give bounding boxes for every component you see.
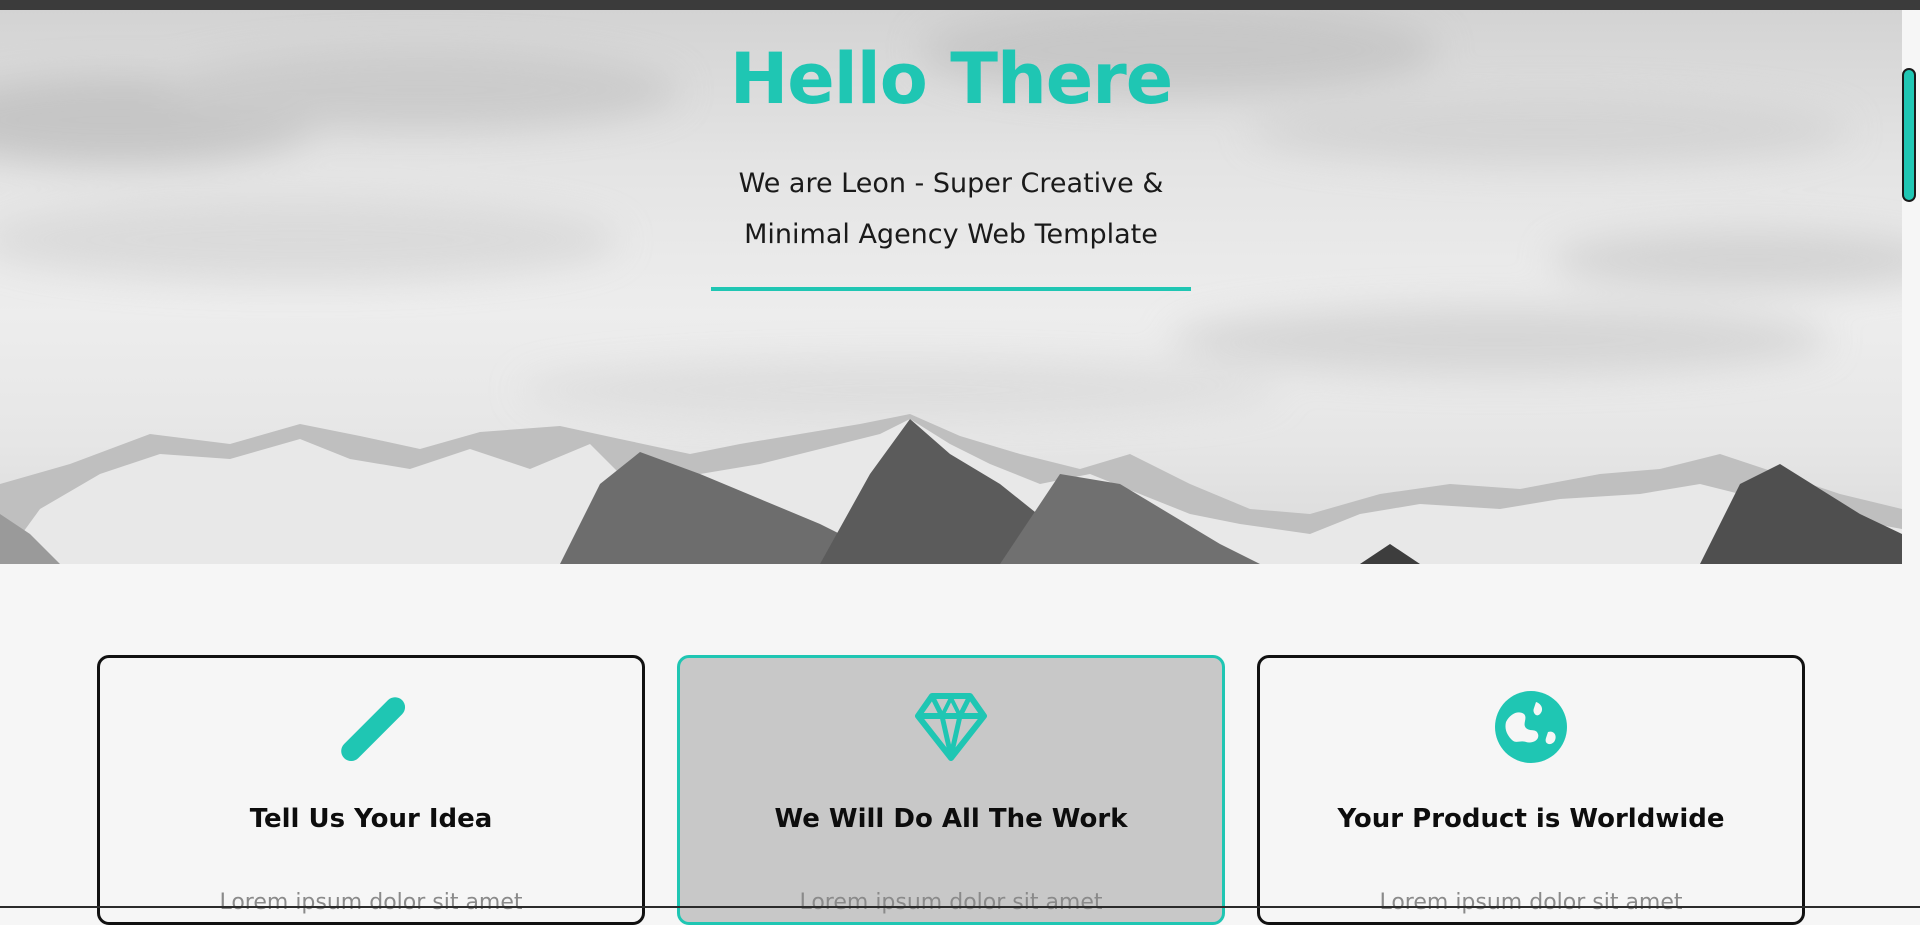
scrollbar-thumb[interactable]: [1902, 68, 1916, 202]
hero-subtitle: We are Leon - Super Creative & Minimal A…: [0, 158, 1902, 260]
hero-section: Hello There We are Leon - Super Creative…: [0, 10, 1902, 564]
hero-subtitle-line: Minimal Agency Web Template: [744, 219, 1158, 250]
hero-subtitle-line: We are Leon - Super Creative &: [738, 168, 1164, 199]
feature-text: Lorem ipsum dolor sit amet: [1379, 890, 1683, 915]
mountains-illustration: [0, 414, 1902, 564]
diamond-icon: [680, 688, 1222, 766]
feature-card-idea[interactable]: Tell Us Your Idea Lorem ipsum dolor sit …: [97, 655, 645, 925]
feature-title: Tell Us Your Idea: [249, 804, 493, 834]
hero-title: Hello There: [729, 38, 1174, 120]
feature-text: Lorem ipsum dolor sit amet: [219, 890, 523, 915]
hero-divider: [711, 287, 1191, 291]
pencil-icon: [100, 688, 642, 766]
feature-title: We Will Do All The Work: [774, 804, 1128, 834]
feature-title: Your Product is Worldwide: [1337, 804, 1725, 834]
feature-card-worldwide[interactable]: Your Product is Worldwide Lorem ipsum do…: [1257, 655, 1805, 925]
feature-card-work[interactable]: We Will Do All The Work Lorem ipsum dolo…: [677, 655, 1225, 925]
feature-text: Lorem ipsum dolor sit amet: [799, 890, 1103, 915]
browser-top-bar: [0, 0, 1920, 10]
globe-icon: [1260, 688, 1802, 766]
